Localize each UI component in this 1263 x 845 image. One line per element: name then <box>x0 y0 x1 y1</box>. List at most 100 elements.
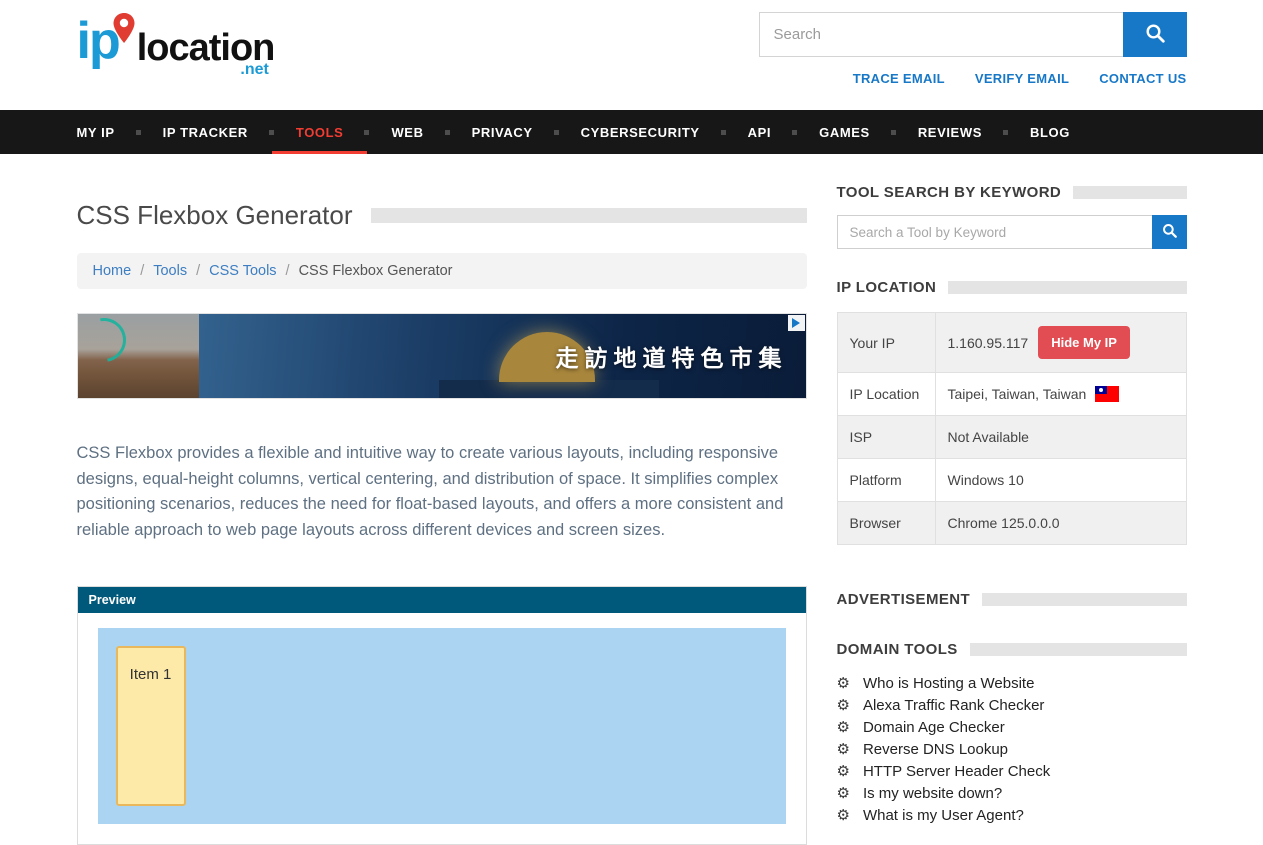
title-decorative-bar <box>371 208 807 223</box>
list-item: ⚙ HTTP Server Header Check <box>837 760 1187 782</box>
domain-tools-heading: DOMAIN TOOLS <box>837 641 1187 658</box>
logo[interactable]: ip location .net <box>77 18 303 65</box>
domain-tool-link-website-down[interactable]: Is my website down? <box>863 785 1002 802</box>
hide-my-ip-button[interactable]: Hide My IP <box>1038 326 1130 359</box>
browser-value: Chrome 125.0.0.0 <box>935 502 1186 545</box>
gear-icon: ⚙ <box>837 698 850 713</box>
list-item: ⚙ Reverse DNS Lookup <box>837 738 1187 760</box>
flexbox-preview-panel: Preview Item 1 <box>77 586 807 845</box>
intro-paragraph: CSS Flexbox provides a flexible and intu… <box>77 441 807 544</box>
list-item: ⚙ What is my User Agent? <box>837 804 1187 826</box>
nav-item-privacy[interactable]: PRIVACY <box>448 110 557 154</box>
flexbox-demo-container: Item 1 <box>98 628 786 824</box>
list-item: ⚙ Alexa Traffic Rank Checker <box>837 694 1187 716</box>
nav-link-privacy[interactable]: PRIVACY <box>472 125 533 140</box>
nav-link-reviews[interactable]: REVIEWS <box>918 125 982 140</box>
row-label: IP Location <box>837 373 935 416</box>
ad-building-base <box>439 380 659 398</box>
domain-tool-link-http-header[interactable]: HTTP Server Header Check <box>863 763 1050 780</box>
gear-icon: ⚙ <box>837 764 850 779</box>
row-label: Your IP <box>837 313 935 373</box>
breadcrumb-tools-link[interactable]: Tools <box>153 263 187 279</box>
ad-decorative-curve <box>78 314 135 371</box>
nav-link-blog[interactable]: BLOG <box>1030 125 1070 140</box>
ad-headline: 走訪地道特色市集 <box>556 339 788 373</box>
nav-item-games[interactable]: GAMES <box>795 110 894 154</box>
nav-item-my-ip[interactable]: MY IP <box>77 110 139 154</box>
nav-item-reviews[interactable]: REVIEWS <box>894 110 1006 154</box>
main-content: CSS Flexbox Generator Home / Tools / CSS… <box>77 154 1187 845</box>
gear-icon: ⚙ <box>837 742 850 757</box>
heading-decorative-bar <box>948 281 1186 294</box>
ip-info-table: Your IP 1.160.95.117 Hide My IP IP Locat… <box>837 312 1187 545</box>
advertisement-heading-label: ADVERTISEMENT <box>837 591 971 608</box>
ip-address-value: 1.160.95.117 <box>948 335 1029 351</box>
breadcrumb-separator: / <box>196 263 200 279</box>
nav-link-api[interactable]: API <box>748 125 771 140</box>
list-item: ⚙ Domain Age Checker <box>837 716 1187 738</box>
tool-search-input[interactable] <box>837 215 1152 249</box>
domain-tools-list: ⚙ Who is Hosting a Website ⚙ Alexa Traff… <box>837 672 1187 826</box>
row-label: Browser <box>837 502 935 545</box>
gear-icon: ⚙ <box>837 786 850 801</box>
list-item: ⚙ Who is Hosting a Website <box>837 672 1187 694</box>
logo-text-net: .net <box>240 61 268 79</box>
heading-decorative-bar <box>970 643 1187 656</box>
gear-icon: ⚙ <box>837 808 850 823</box>
site-search-input[interactable] <box>759 12 1123 57</box>
ip-location-heading: IP LOCATION <box>837 279 1187 296</box>
advertisement-banner[interactable]: 走訪地道特色市集 <box>77 313 807 399</box>
location-pin-icon <box>113 13 135 43</box>
domain-tool-link-domain-age[interactable]: Domain Age Checker <box>863 719 1005 736</box>
site-search-button[interactable] <box>1123 12 1187 57</box>
flexbox-demo-item[interactable]: Item 1 <box>116 646 186 806</box>
sidebar: TOOL SEARCH BY KEYWORD IP LOCATION Y <box>837 184 1187 845</box>
heading-decorative-bar <box>982 593 1186 606</box>
nav-item-blog[interactable]: BLOG <box>1006 110 1094 154</box>
domain-tool-link-reverse-dns[interactable]: Reverse DNS Lookup <box>863 741 1008 758</box>
table-row-isp: ISP Not Available <box>837 416 1186 459</box>
trace-email-link[interactable]: TRACE EMAIL <box>853 71 945 86</box>
nav-item-tools[interactable]: TOOLS <box>272 110 368 154</box>
domain-tool-link-user-agent[interactable]: What is my User Agent? <box>863 807 1024 824</box>
ad-building-image: 走訪地道特色市集 <box>199 314 806 398</box>
nav-item-api[interactable]: API <box>724 110 795 154</box>
search-icon <box>1145 23 1165 46</box>
nav-link-tools[interactable]: TOOLS <box>296 125 344 140</box>
tool-search-button[interactable] <box>1152 215 1187 249</box>
domain-tool-link-alexa-rank[interactable]: Alexa Traffic Rank Checker <box>863 697 1044 714</box>
nav-link-cybersecurity[interactable]: CYBERSECURITY <box>581 125 700 140</box>
nav-link-my-ip[interactable]: MY IP <box>77 125 115 140</box>
breadcrumb-home-link[interactable]: Home <box>93 263 132 279</box>
list-item: ⚙ Is my website down? <box>837 782 1187 804</box>
ip-location-value: Taipei, Taiwan, Taiwan <box>948 386 1087 402</box>
row-label: ISP <box>837 416 935 459</box>
nav-item-cybersecurity[interactable]: CYBERSECURITY <box>557 110 724 154</box>
nav-link-games[interactable]: GAMES <box>819 125 870 140</box>
platform-value: Windows 10 <box>935 459 1186 502</box>
heading-decorative-bar <box>1073 186 1186 199</box>
nav-item-ip-tracker[interactable]: IP TRACKER <box>139 110 272 154</box>
page-title: CSS Flexbox Generator <box>77 200 353 231</box>
domain-tool-link-hosting[interactable]: Who is Hosting a Website <box>863 675 1034 692</box>
nav-item-web[interactable]: WEB <box>367 110 447 154</box>
main-nav: MY IP IP TRACKER TOOLS WEB PRIVACY CYBER… <box>0 110 1263 154</box>
table-row-your-ip: Your IP 1.160.95.117 Hide My IP <box>837 313 1186 373</box>
breadcrumb: Home / Tools / CSS Tools / CSS Flexbox G… <box>77 253 807 289</box>
breadcrumb-css-tools-link[interactable]: CSS Tools <box>209 263 276 279</box>
preview-panel-header: Preview <box>78 587 806 613</box>
domain-tools-heading-label: DOMAIN TOOLS <box>837 641 958 658</box>
ip-location-heading-label: IP LOCATION <box>837 279 937 296</box>
ad-landscape-image <box>78 314 199 398</box>
nav-link-web[interactable]: WEB <box>391 125 423 140</box>
adchoices-icon[interactable] <box>788 315 805 331</box>
row-label: Platform <box>837 459 935 502</box>
contact-us-link[interactable]: CONTACT US <box>1099 71 1186 86</box>
tool-search-heading-label: TOOL SEARCH BY KEYWORD <box>837 184 1062 201</box>
table-row-browser: Browser Chrome 125.0.0.0 <box>837 502 1186 545</box>
nav-link-ip-tracker[interactable]: IP TRACKER <box>163 125 248 140</box>
verify-email-link[interactable]: VERIFY EMAIL <box>975 71 1069 86</box>
breadcrumb-separator: / <box>140 263 144 279</box>
gear-icon: ⚙ <box>837 720 850 735</box>
isp-value: Not Available <box>935 416 1186 459</box>
